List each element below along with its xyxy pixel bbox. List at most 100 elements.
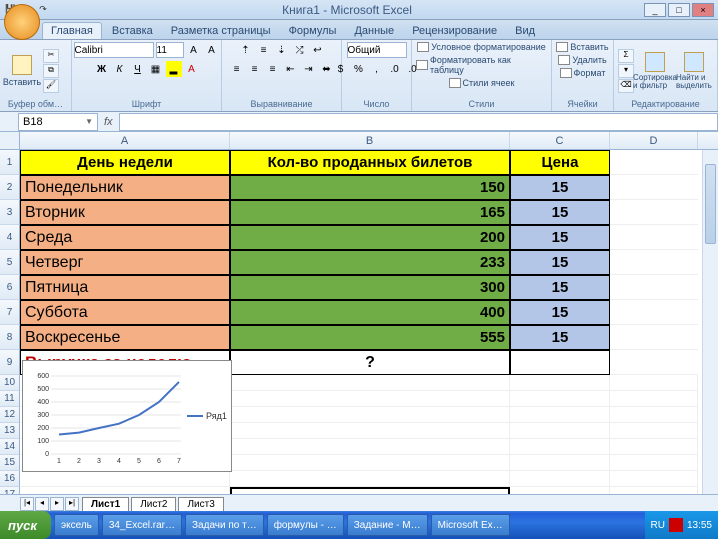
col-header-a[interactable]: A	[20, 132, 230, 149]
col-header-b[interactable]: B	[230, 132, 510, 149]
chevron-down-icon[interactable]: ▼	[85, 117, 93, 126]
cell[interactable]: 555	[230, 325, 510, 350]
col-header-c[interactable]: C	[510, 132, 610, 149]
align-right-icon[interactable]: ≡	[265, 61, 281, 77]
cell[interactable]	[230, 487, 510, 494]
fill-icon[interactable]: ▾	[618, 64, 634, 78]
font-color-button[interactable]: A	[184, 61, 200, 77]
cell[interactable]	[610, 300, 698, 325]
row-header[interactable]: 10	[0, 375, 20, 391]
wrap-text-icon[interactable]: ↩	[310, 42, 326, 58]
row-header[interactable]: 15	[0, 455, 20, 471]
cell[interactable]	[610, 275, 698, 300]
tray-icon[interactable]	[669, 518, 683, 532]
row-header[interactable]: 14	[0, 439, 20, 455]
cell[interactable]	[230, 471, 510, 487]
percent-icon[interactable]: %	[351, 61, 367, 77]
cell[interactable]: 15	[510, 250, 610, 275]
cell[interactable]	[230, 375, 510, 391]
maximize-button[interactable]: □	[668, 3, 690, 17]
clock[interactable]: 13:55	[687, 520, 712, 531]
cell[interactable]: 15	[510, 200, 610, 225]
sheet-tab[interactable]: Лист1	[82, 497, 129, 511]
align-left-icon[interactable]: ≡	[229, 61, 245, 77]
fx-label[interactable]: fx	[98, 116, 119, 128]
comma-icon[interactable]: ,	[369, 61, 385, 77]
cell[interactable]: 15	[510, 275, 610, 300]
autosum-icon[interactable]: Σ	[618, 49, 634, 63]
worksheet-grid[interactable]: A B C D 1 День недели Кол-во проданных б…	[0, 132, 718, 494]
fill-color-button[interactable]: ▂	[166, 61, 182, 77]
cell[interactable]: 165	[230, 200, 510, 225]
align-middle-icon[interactable]: ≡	[256, 42, 272, 58]
inc-decimal-icon[interactable]: .0	[387, 61, 403, 77]
cell[interactable]	[20, 487, 230, 494]
cell[interactable]: 15	[510, 175, 610, 200]
cell[interactable]: Пятница	[20, 275, 230, 300]
cell[interactable]	[610, 375, 698, 391]
cell[interactable]	[510, 487, 610, 494]
align-center-icon[interactable]: ≡	[247, 61, 263, 77]
sheet-nav-next[interactable]: ▸	[50, 497, 64, 511]
row-header[interactable]: 16	[0, 471, 20, 487]
cell[interactable]	[230, 407, 510, 423]
language-indicator[interactable]: RU	[651, 520, 665, 531]
cell[interactable]	[610, 423, 698, 439]
cell[interactable]: Суббота	[20, 300, 230, 325]
format-as-table-button[interactable]: Форматировать как таблицу	[416, 55, 547, 75]
row-header[interactable]: 11	[0, 391, 20, 407]
paste-button[interactable]: Вставить	[4, 47, 40, 95]
tab-formulas[interactable]: Формулы	[281, 23, 345, 39]
italic-button[interactable]: К	[112, 61, 128, 77]
row-header[interactable]: 2	[0, 175, 20, 200]
cell[interactable]: Вторник	[20, 200, 230, 225]
vertical-scrollbar[interactable]	[702, 150, 718, 494]
cell[interactable]	[610, 391, 698, 407]
bold-button[interactable]: Ж	[94, 61, 110, 77]
start-button[interactable]: пуск	[0, 511, 51, 539]
cell[interactable]	[230, 455, 510, 471]
cell[interactable]	[610, 250, 698, 275]
taskbar-button[interactable]: Microsoft Ex…	[431, 514, 510, 536]
embedded-chart[interactable]: 0100200 300400500 600 123 456 7 Ряд1	[22, 360, 232, 472]
cell[interactable]	[610, 439, 698, 455]
cell[interactable]	[610, 150, 698, 175]
cell[interactable]	[510, 350, 610, 375]
cell[interactable]	[610, 471, 698, 487]
sheet-nav-last[interactable]: ▸|	[65, 497, 79, 511]
taskbar-button[interactable]: формулы - …	[267, 514, 344, 536]
tab-data[interactable]: Данные	[346, 23, 402, 39]
cell[interactable]: Цена	[510, 150, 610, 175]
row-header[interactable]: 3	[0, 200, 20, 225]
insert-cells-button[interactable]: Вставить	[556, 42, 608, 52]
col-header-d[interactable]: D	[610, 132, 698, 149]
cell[interactable]	[230, 439, 510, 455]
tab-home[interactable]: Главная	[42, 22, 102, 39]
cell[interactable]	[510, 423, 610, 439]
cell[interactable]: 15	[510, 225, 610, 250]
copy-icon[interactable]: ⧉	[43, 64, 59, 78]
shrink-font-icon[interactable]: A	[204, 42, 220, 58]
cell[interactable]: ?	[230, 350, 510, 375]
currency-icon[interactable]: $	[333, 61, 349, 77]
taskbar-button[interactable]: эксель	[54, 514, 99, 536]
row-header[interactable]: 6	[0, 275, 20, 300]
cell[interactable]	[610, 225, 698, 250]
cell[interactable]	[510, 471, 610, 487]
tab-view[interactable]: Вид	[507, 23, 543, 39]
row-header[interactable]: 8	[0, 325, 20, 350]
indent-dec-icon[interactable]: ⇤	[283, 61, 299, 77]
font-name-input[interactable]	[74, 42, 154, 58]
row-header[interactable]: 5	[0, 250, 20, 275]
cell[interactable]	[510, 407, 610, 423]
cell[interactable]	[510, 455, 610, 471]
cell[interactable]: 200	[230, 225, 510, 250]
cell[interactable]	[610, 455, 698, 471]
cell[interactable]	[610, 175, 698, 200]
cell[interactable]: Кол-во проданных билетов	[230, 150, 510, 175]
align-top-icon[interactable]: ⇡	[238, 42, 254, 58]
align-bottom-icon[interactable]: ⇣	[274, 42, 290, 58]
cell[interactable]: Понедельник	[20, 175, 230, 200]
number-format-select[interactable]	[347, 42, 407, 58]
cell[interactable]	[230, 391, 510, 407]
